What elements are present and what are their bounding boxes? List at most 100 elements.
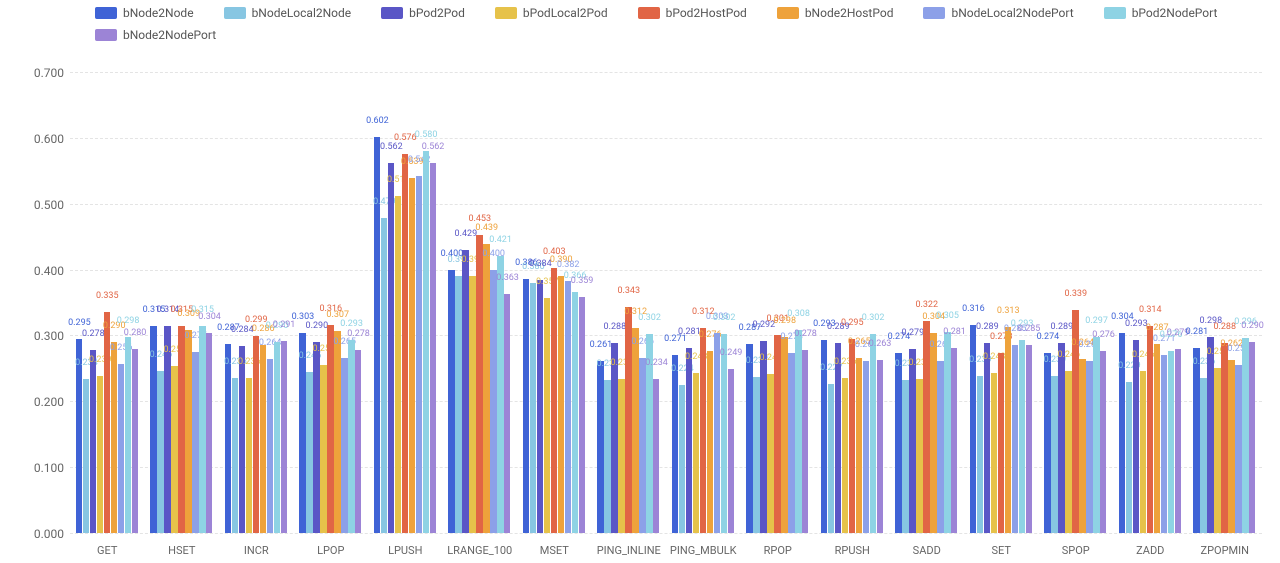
- bar[interactable]: [306, 372, 312, 533]
- bar[interactable]: [83, 379, 89, 533]
- bar[interactable]: [1161, 355, 1167, 533]
- bar[interactable]: [1147, 326, 1153, 533]
- bar[interactable]: [1175, 349, 1181, 533]
- bar[interactable]: [544, 298, 550, 533]
- bar[interactable]: [835, 343, 841, 533]
- bar[interactable]: [448, 270, 454, 533]
- bar[interactable]: [604, 380, 610, 533]
- bar[interactable]: [802, 350, 808, 533]
- bar[interactable]: [281, 341, 287, 533]
- bar[interactable]: [1079, 359, 1085, 533]
- bar[interactable]: [537, 280, 543, 533]
- bar[interactable]: [178, 326, 184, 533]
- bar[interactable]: [225, 344, 231, 533]
- bar[interactable]: [1154, 344, 1160, 533]
- bar[interactable]: [597, 361, 603, 533]
- legend-item[interactable]: bNode2NodePort: [95, 28, 216, 42]
- bar[interactable]: [185, 330, 191, 533]
- bar[interactable]: [930, 333, 936, 533]
- bar[interactable]: [632, 328, 638, 533]
- bar[interactable]: [157, 371, 163, 533]
- legend-item[interactable]: bPod2NodePort: [1104, 6, 1218, 20]
- bar[interactable]: [118, 364, 124, 533]
- bar[interactable]: [1200, 378, 1206, 533]
- bar[interactable]: [916, 379, 922, 533]
- bar[interactable]: [951, 348, 957, 533]
- bar[interactable]: [767, 374, 773, 533]
- bar[interactable]: [1235, 365, 1241, 533]
- bar[interactable]: [721, 334, 727, 533]
- bar[interactable]: [1221, 343, 1227, 533]
- bar[interactable]: [842, 378, 848, 533]
- bar[interactable]: [863, 361, 869, 533]
- bar[interactable]: [409, 178, 415, 533]
- legend-item[interactable]: bNode2Node: [95, 6, 194, 20]
- bar[interactable]: [267, 359, 273, 533]
- bar[interactable]: [327, 325, 333, 533]
- bar[interactable]: [1065, 371, 1071, 533]
- bar[interactable]: [246, 378, 252, 533]
- bar[interactable]: [781, 337, 787, 533]
- bar[interactable]: [530, 283, 536, 533]
- legend-item[interactable]: bPod2Pod: [381, 6, 465, 20]
- bar[interactable]: [455, 276, 461, 534]
- bar[interactable]: [1100, 351, 1106, 533]
- bar[interactable]: [774, 335, 780, 533]
- bar[interactable]: [1126, 382, 1132, 533]
- bar[interactable]: [1086, 361, 1092, 533]
- bar[interactable]: [111, 342, 117, 533]
- bar[interactable]: [274, 342, 280, 533]
- bar[interactable]: [1228, 360, 1234, 533]
- bar[interactable]: [856, 358, 862, 533]
- legend-item[interactable]: bNodeLocal2NodePort: [923, 6, 1073, 20]
- bar[interactable]: [430, 163, 436, 533]
- bar[interactable]: [199, 326, 205, 533]
- bar[interactable]: [313, 342, 319, 533]
- bar[interactable]: [895, 353, 901, 533]
- bar[interactable]: [1005, 327, 1011, 533]
- bar[interactable]: [1214, 368, 1220, 533]
- bar[interactable]: [870, 334, 876, 533]
- bar[interactable]: [523, 279, 529, 533]
- bar[interactable]: [462, 250, 468, 533]
- bar[interactable]: [1044, 353, 1050, 533]
- bar[interactable]: [679, 385, 685, 533]
- bar[interactable]: [902, 380, 908, 533]
- bar[interactable]: [132, 349, 138, 533]
- bar[interactable]: [348, 340, 354, 533]
- bar[interactable]: [260, 345, 266, 533]
- bar[interactable]: [714, 333, 720, 533]
- bar[interactable]: [469, 276, 475, 534]
- bar[interactable]: [828, 384, 834, 533]
- legend-item[interactable]: bNode2HostPod: [777, 6, 894, 20]
- bar[interactable]: [1193, 348, 1199, 533]
- bar[interactable]: [299, 333, 305, 533]
- bar[interactable]: [497, 256, 503, 533]
- bar[interactable]: [1140, 371, 1146, 533]
- bar[interactable]: [558, 276, 564, 533]
- bar[interactable]: [984, 343, 990, 533]
- bar[interactable]: [355, 350, 361, 533]
- bar[interactable]: [171, 366, 177, 533]
- bar[interactable]: [232, 378, 238, 533]
- bar[interactable]: [849, 339, 855, 533]
- bar[interactable]: [572, 292, 578, 533]
- bar[interactable]: [483, 244, 489, 533]
- bar[interactable]: [504, 294, 510, 533]
- bar[interactable]: [1168, 351, 1174, 533]
- bar[interactable]: [490, 270, 496, 533]
- bar[interactable]: [611, 343, 617, 533]
- bar[interactable]: [653, 379, 659, 533]
- legend-item[interactable]: bPodLocal2Pod: [495, 6, 608, 20]
- bar[interactable]: [1026, 345, 1032, 533]
- bar[interactable]: [334, 331, 340, 533]
- bar[interactable]: [1242, 338, 1248, 533]
- bar[interactable]: [381, 218, 387, 533]
- bar[interactable]: [416, 176, 422, 533]
- bar[interactable]: [206, 333, 212, 533]
- bar[interactable]: [672, 355, 678, 533]
- bar[interactable]: [909, 349, 915, 533]
- bar[interactable]: [192, 352, 198, 533]
- bar[interactable]: [686, 348, 692, 533]
- bar[interactable]: [693, 373, 699, 533]
